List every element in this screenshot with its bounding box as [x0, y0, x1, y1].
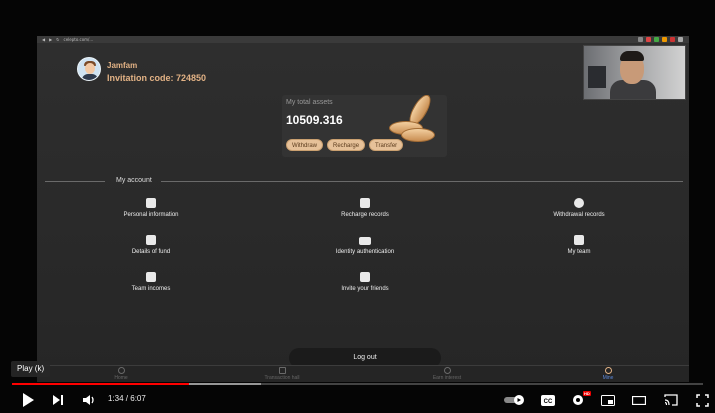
- autoplay-icon: [504, 395, 524, 405]
- team-doc-icon: [574, 235, 584, 245]
- withdraw-button[interactable]: Withdraw: [286, 139, 324, 151]
- person-card-icon: [146, 198, 156, 208]
- assets-value: 10509.316: [286, 113, 343, 127]
- next-icon: [53, 395, 63, 405]
- miniplayer-icon: [601, 394, 615, 406]
- menu-item-recharge-records[interactable]: Recharge records: [295, 198, 435, 218]
- diamond-icon: [443, 367, 451, 374]
- video-player[interactable]: ◀ ▶ ↻ celepto.com/... Jamfam Invitation …: [0, 0, 715, 413]
- menu-item-invite-friends[interactable]: Invite your friends: [295, 272, 435, 292]
- player-controls: 1:34 / 6:07 CC HD: [0, 390, 715, 413]
- captions-icon: CC: [541, 394, 555, 406]
- menu-icon[interactable]: [678, 37, 683, 42]
- assets-card: My total assets 10509.316 Withdraw Recha…: [282, 95, 447, 157]
- divider: [161, 181, 683, 182]
- extension-icon[interactable]: [670, 37, 675, 42]
- forward-icon[interactable]: ▶: [49, 37, 52, 42]
- menu-item-withdrawal-records[interactable]: Withdrawal records: [509, 198, 649, 218]
- assets-label: My total assets: [286, 99, 333, 106]
- autoplay-toggle[interactable]: [503, 390, 527, 410]
- recharge-button[interactable]: Recharge: [327, 139, 366, 151]
- fullscreen-icon: [695, 393, 709, 407]
- progress-bar[interactable]: [12, 383, 703, 385]
- volume-icon: [83, 395, 94, 405]
- theater-mode-button[interactable]: [629, 390, 649, 410]
- avatar: [77, 57, 101, 81]
- divider: [45, 181, 105, 182]
- username: Jamfam: [107, 61, 138, 70]
- nav-home[interactable]: Home: [86, 367, 156, 381]
- invitation-code: Invitation code: 724850: [107, 73, 207, 83]
- reload-icon[interactable]: ↻: [56, 37, 59, 42]
- section-title: My account: [116, 177, 152, 184]
- transaction-icon: [278, 367, 286, 374]
- menu-item-details-of-fund[interactable]: Details of fund: [81, 235, 221, 255]
- star-icon[interactable]: [638, 37, 643, 42]
- wallet-icon: [360, 198, 370, 208]
- progress-played: [12, 383, 189, 385]
- id-card-icon: [359, 237, 371, 245]
- nav-mine[interactable]: Mine: [573, 367, 643, 381]
- menu-item-personal-information[interactable]: Personal information: [81, 198, 221, 218]
- next-button[interactable]: [48, 390, 68, 410]
- extension-icons: [638, 37, 683, 42]
- transfer-button[interactable]: Transfer: [369, 139, 404, 151]
- extension-icon[interactable]: [646, 37, 651, 42]
- svg-text:CC: CC: [544, 399, 553, 405]
- extension-icon[interactable]: [654, 37, 659, 42]
- chart-up-icon: [146, 272, 156, 282]
- play-button[interactable]: [18, 390, 38, 410]
- webcam-overlay: [583, 45, 686, 100]
- cast-button[interactable]: [661, 390, 681, 410]
- hd-badge: HD: [583, 391, 591, 396]
- home-icon: [117, 367, 125, 374]
- nav-transaction-hall[interactable]: Transaction hall: [247, 367, 317, 381]
- miniplayer-button[interactable]: [598, 390, 618, 410]
- bottom-nav: Home Transaction hall Earn interest Mine: [37, 365, 689, 382]
- back-icon[interactable]: ◀: [42, 37, 45, 42]
- menu-item-identity-authentication[interactable]: Identity authentication: [295, 235, 435, 255]
- envelope-icon: [360, 272, 370, 282]
- fullscreen-button[interactable]: [692, 390, 712, 410]
- cast-icon: [664, 394, 678, 406]
- play-icon: [23, 393, 34, 407]
- menu-item-team-incomes[interactable]: Team incomes: [81, 272, 221, 292]
- user-coin-icon: [574, 198, 584, 208]
- time-display: 1:34 / 6:07: [108, 394, 146, 403]
- browser-toolbar: ◀ ▶ ↻ celepto.com/...: [37, 36, 689, 43]
- url-bar[interactable]: celepto.com/...: [64, 37, 94, 42]
- volume-button[interactable]: [79, 390, 99, 410]
- captions-button[interactable]: CC: [538, 390, 558, 410]
- user-icon: [604, 367, 612, 374]
- nav-earn-interest[interactable]: Earn interest: [412, 367, 482, 381]
- theater-icon: [632, 395, 646, 405]
- play-tooltip: Play (k): [11, 361, 51, 377]
- document-dollar-icon: [146, 235, 156, 245]
- extension-icon[interactable]: [662, 37, 667, 42]
- menu-item-my-team[interactable]: My team: [509, 235, 649, 255]
